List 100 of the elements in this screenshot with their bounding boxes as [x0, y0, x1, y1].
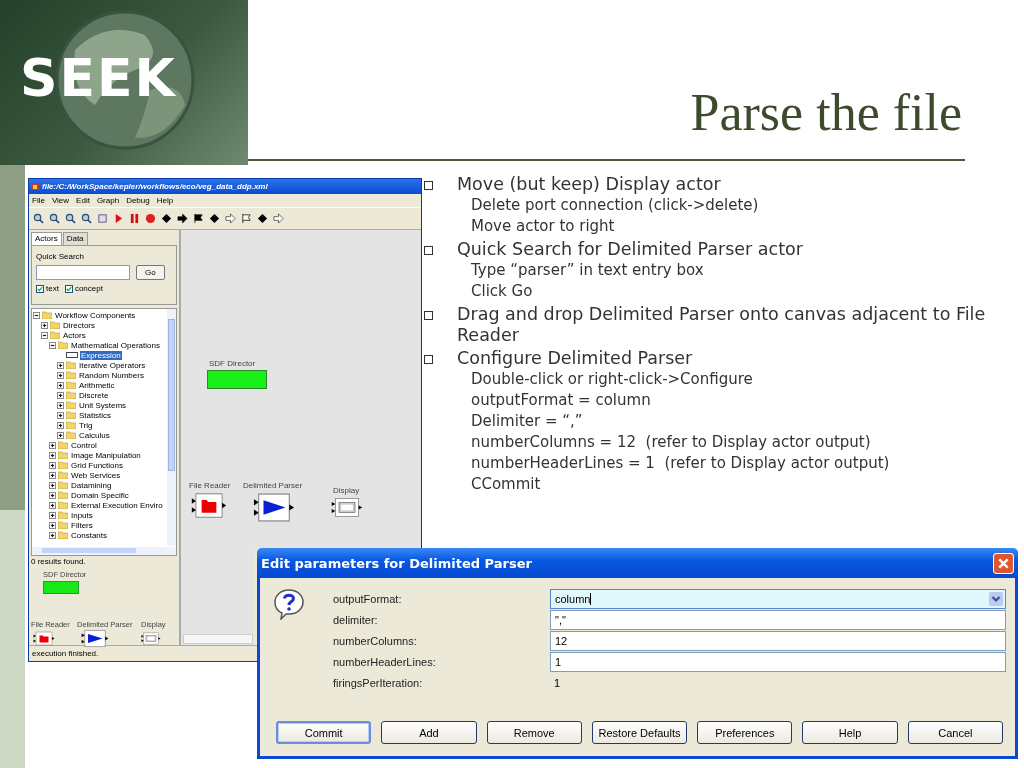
tree-item[interactable]: Iterative Operators [78, 360, 147, 370]
tree-item[interactable]: Control [70, 440, 98, 450]
menu-item[interactable]: Debug [126, 196, 150, 205]
question-icon [273, 588, 305, 620]
dialog-button[interactable]: Remove [486, 721, 582, 744]
tree-item[interactable]: Random Numbers [78, 370, 145, 380]
expander-icon[interactable] [41, 321, 48, 329]
scrollbar[interactable] [183, 634, 253, 644]
search-label: Quick Search [36, 252, 86, 261]
input-field[interactable]: 1 [550, 651, 1006, 672]
bullet-icon [424, 181, 433, 190]
sub-bullet-text: Type “parser” in text entry box [471, 260, 704, 281]
folder-node-icon [33, 631, 55, 646]
scrollbar[interactable] [32, 547, 176, 555]
tree-item[interactable]: Statistics [78, 410, 112, 420]
expander-icon[interactable] [49, 471, 56, 479]
director-block[interactable] [207, 370, 267, 389]
menu-item[interactable]: Help [156, 196, 174, 205]
go-button[interactable]: Go [136, 265, 165, 280]
expander-icon[interactable] [57, 391, 64, 399]
parameter-label: numberHeaderLines: [333, 655, 436, 668]
app-icon [31, 182, 39, 191]
magnifier-icon[interactable] [65, 213, 76, 224]
tree-item[interactable]: Discrete [78, 390, 110, 400]
expander-icon[interactable] [57, 361, 64, 369]
dialog-button[interactable]: Commit [276, 721, 372, 744]
search-field[interactable] [36, 265, 130, 280]
triangle-node-icon[interactable] [253, 492, 295, 523]
expander-icon[interactable] [57, 431, 64, 439]
expander-icon[interactable] [57, 371, 64, 379]
panel-tab[interactable]: Actors [31, 232, 62, 245]
dialog-button[interactable]: Add [381, 721, 477, 744]
tree-item[interactable]: Domain Specific [70, 490, 130, 500]
panel-tab[interactable]: Data [62, 232, 88, 245]
expander-icon[interactable] [49, 451, 56, 459]
tree-item[interactable]: Grid Functions [70, 460, 125, 470]
tree-item[interactable]: Datamining [70, 480, 113, 490]
dialog-button[interactable]: Cancel [907, 721, 1003, 744]
expander-icon[interactable] [49, 461, 56, 469]
stop-icon[interactable] [145, 213, 156, 224]
magnifier-icon[interactable] [81, 213, 92, 224]
checkbox[interactable] [36, 284, 44, 293]
menu-item[interactable]: File [32, 196, 45, 205]
tree-item[interactable]: Constants [70, 530, 109, 540]
bullet-text: Quick Search for Delimited Parser actor [457, 239, 804, 260]
pause-icon[interactable] [129, 213, 140, 224]
tree-item[interactable]: Calculus [78, 430, 111, 440]
expander-icon[interactable] [57, 381, 64, 389]
input-field[interactable]: "," [550, 609, 1006, 630]
scrollbar[interactable] [167, 309, 176, 546]
tree-item[interactable]: Arithmetic [78, 380, 116, 390]
dialog-button[interactable]: Help [802, 721, 898, 744]
magnifier-icon[interactable] [49, 213, 60, 224]
screen-node-icon[interactable] [331, 497, 363, 518]
slide-title: Parse the file [690, 84, 962, 142]
expander-icon[interactable] [57, 421, 64, 429]
tree-item[interactable]: Web Services [70, 470, 122, 480]
dialog-button[interactable]: Restore Defaults [591, 721, 688, 744]
expander-icon[interactable] [49, 481, 56, 489]
parameter-label: outputFormat: [333, 592, 402, 605]
tree-item[interactable]: Unit Systems [78, 400, 128, 410]
frame-icon[interactable] [97, 213, 108, 224]
expander-icon[interactable] [49, 531, 56, 539]
tree-item[interactable]: Expression [80, 350, 122, 360]
expander-icon[interactable] [49, 501, 56, 509]
expander-icon[interactable] [49, 491, 56, 499]
expander-icon[interactable] [57, 401, 64, 409]
expander-icon[interactable] [49, 341, 56, 349]
expander-icon[interactable] [33, 311, 40, 319]
tree-item[interactable]: Filters [70, 520, 94, 530]
dropdown-field[interactable]: column [550, 588, 1006, 609]
tree-item[interactable]: Mathematical Operations [70, 340, 161, 350]
expander-icon[interactable] [41, 331, 48, 339]
tree-item[interactable]: Inputs [70, 510, 94, 520]
tree-item[interactable]: External Execution Enviro [70, 500, 164, 510]
play-icon[interactable] [113, 213, 124, 224]
tree-item[interactable]: Image Manipulation [70, 450, 142, 460]
sub-bullet-text: numberHeaderLines = 1 (refer to Display actor output) [471, 453, 890, 474]
expander-icon[interactable] [49, 511, 56, 519]
expander-icon[interactable] [49, 441, 56, 449]
magnifier-icon[interactable] [33, 213, 44, 224]
workflow-canvas[interactable]: SDF Director File Reader Delimited Parser Display [181, 230, 421, 550]
menu-item[interactable]: View [51, 196, 70, 205]
folder-node-icon[interactable] [191, 492, 227, 519]
tree-item[interactable]: Actors [62, 330, 87, 340]
node-label: SDF Director [209, 359, 256, 368]
tree-item[interactable]: Trig [78, 420, 94, 430]
expander-icon[interactable] [49, 521, 56, 529]
tree-item[interactable]: Workflow Components [54, 310, 137, 320]
dialog-button[interactable]: Preferences [697, 721, 793, 744]
input-field[interactable]: 12 [550, 630, 1006, 651]
chevron-down-icon[interactable] [989, 591, 1003, 606]
expander-icon[interactable] [57, 411, 64, 419]
menu-item[interactable]: Edit [76, 196, 90, 205]
tree-item[interactable]: Directors [62, 320, 96, 330]
close-icon[interactable] [993, 552, 1014, 574]
dialog-title: Edit parameters for Delimited Parser [261, 555, 532, 571]
menu-item[interactable]: Graph [96, 196, 120, 205]
checkbox[interactable] [64, 284, 73, 293]
parameter-label: numberColumns: [333, 634, 417, 647]
